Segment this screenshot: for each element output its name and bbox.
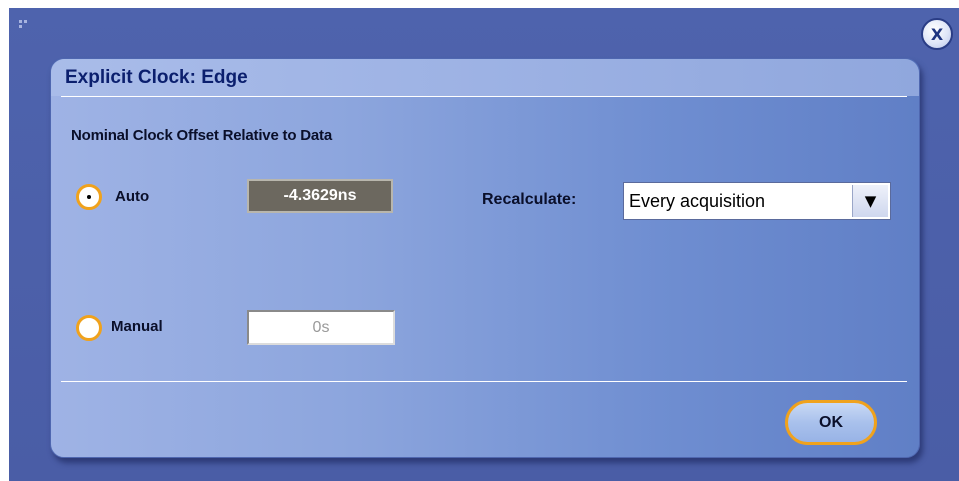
dialog-title-bar: Explicit Clock: Edge	[51, 59, 919, 96]
dialog-title: Explicit Clock: Edge	[65, 67, 248, 88]
auto-radio[interactable]	[76, 184, 102, 210]
radio-selected-dot	[87, 195, 91, 199]
recalculate-dropdown[interactable]: Every acquisition ▼	[623, 182, 891, 220]
manual-radio[interactable]	[76, 315, 102, 341]
recalculate-label: Recalculate:	[482, 191, 577, 208]
explicit-clock-dialog: Explicit Clock: Edge Nominal Clock Offse…	[50, 58, 920, 458]
auto-radio-label[interactable]: Auto	[115, 188, 149, 205]
dropdown-arrow-icon[interactable]: ▼	[852, 185, 888, 217]
close-button[interactable]: X	[921, 18, 953, 50]
recalculate-selected-value: Every acquisition	[629, 191, 766, 211]
ok-button[interactable]: OK	[785, 400, 877, 445]
bottom-divider	[61, 381, 907, 382]
section-heading: Nominal Clock Offset Relative to Data	[71, 127, 332, 144]
auto-offset-readout: -4.3629ns	[247, 179, 393, 213]
title-divider	[61, 96, 907, 97]
grip-icon	[19, 20, 29, 30]
manual-offset-input[interactable]: 0s	[247, 310, 395, 345]
manual-radio-label[interactable]: Manual	[111, 318, 163, 335]
